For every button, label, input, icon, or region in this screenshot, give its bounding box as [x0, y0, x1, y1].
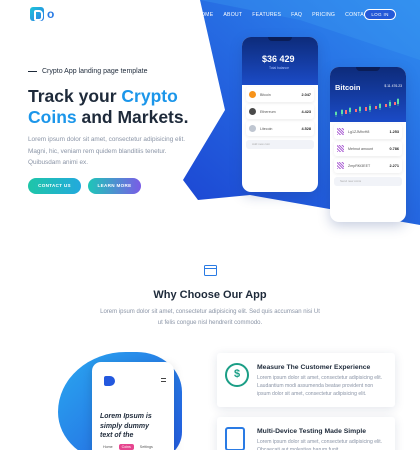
nav-item-home[interactable]: HOME: [197, 12, 213, 18]
candlestick-chart-icon: [335, 98, 399, 117]
feature-description: Lorem ipsum dolor sit amet, consectetur …: [257, 439, 383, 450]
wallet-subtitle: Total balance: [269, 66, 289, 70]
coin-name: Bitcoin: [260, 92, 271, 97]
litecoin-icon: [249, 125, 256, 132]
logo[interactable]: o: [30, 7, 54, 21]
transaction-name: Lg1ZJMhvH8: [348, 129, 370, 134]
qr-icon: [337, 162, 344, 169]
coin-value: 4.528: [301, 126, 311, 131]
nav-menu: HOME ABOUT FEATURES FAQ PRICING CONTACT: [197, 12, 381, 18]
bitcoin-icon: [249, 91, 256, 98]
coin-price: $ 11 476.23: [384, 84, 402, 88]
coin-row: Litecoin 4.528: [246, 121, 314, 136]
app-tab-active: Coins: [118, 444, 134, 450]
transaction-name: ZmpRKt3EET: [348, 163, 371, 168]
coin-name: Ethereum: [260, 109, 276, 114]
tagline-text: Crypto App landing page template: [42, 68, 148, 75]
send-coins-input: Send new coins: [334, 177, 402, 186]
logo-text: o: [47, 7, 55, 21]
feature-card: Measure The Customer Experience Lorem ip…: [217, 353, 395, 407]
hero-description: Lorem ipsum dolor sit amet, consectetur …: [28, 136, 185, 166]
section-description: Lorem ipsum dolor sit amet, consectetur …: [100, 309, 320, 326]
transaction-name: Mehnut amount: [348, 146, 373, 151]
login-button[interactable]: LOG IN: [364, 9, 396, 20]
coin-title: Bitcoin: [335, 83, 361, 92]
app-text: Lorem Ipsum is simply dummy text of the: [100, 413, 152, 439]
transaction-value: 1.253: [389, 129, 399, 134]
menu-icon: [161, 378, 166, 382]
headline-highlight-coins: Coins: [28, 107, 77, 127]
app-tabs: Home Coins Settings: [100, 444, 156, 450]
hero-headline: Track your Crypto Coins and Markets.: [28, 86, 208, 128]
dollar-icon: [225, 363, 249, 387]
feature-card: Multi-Device Testing Made Simple Lorem i…: [217, 417, 395, 450]
coin-row: Bitcoin 2.047: [246, 87, 314, 102]
section-title: Why Choose Our App: [153, 289, 267, 301]
phone-notch: [356, 67, 380, 71]
hero-tagline: Crypto App landing page template: [28, 68, 147, 75]
headline-highlight-crypto: Crypto: [121, 86, 178, 106]
nav-item-features[interactable]: FEATURES: [252, 12, 281, 18]
app-logo-icon: [104, 376, 115, 386]
contact-us-button[interactable]: CONTACT US: [28, 178, 81, 194]
nav-item-pricing[interactable]: PRICING: [312, 12, 335, 18]
transaction-row: Lg1ZJMhvH8 1.253: [334, 124, 402, 139]
headline-part2: and Markets.: [76, 107, 189, 127]
coin-value: 2.047: [301, 92, 311, 97]
coin-name: Litecoin: [260, 126, 273, 131]
feature-title: Measure The Customer Experience: [257, 364, 371, 371]
phone-mockup-bitcoin: Bitcoin $ 11 476.23 Lg1ZJMhvH8 1.253 Meh…: [330, 67, 406, 222]
feature-description: Lorem ipsum dolor sit amet, consectetur …: [257, 375, 383, 397]
ethereum-icon: [249, 108, 256, 115]
browser-code-icon: [204, 265, 217, 276]
transaction-row: ZmpRKt3EET 2.271: [334, 158, 402, 173]
tagline-dash: [28, 71, 37, 72]
coin-value: 4.423: [301, 109, 311, 114]
phone-mockup-app: Lorem Ipsum is simply dummy text of the …: [92, 362, 174, 450]
nav-item-faq[interactable]: FAQ: [291, 12, 302, 18]
app-tab: Home: [103, 445, 113, 449]
nav-item-about[interactable]: ABOUT: [223, 12, 242, 18]
coin-row: Ethereum 4.423: [246, 104, 314, 119]
app-tab: Settings: [139, 445, 153, 449]
transaction-value: 2.271: [389, 163, 399, 168]
qr-icon: [337, 145, 344, 152]
phone-mockup-wallet: $36 429 Total balance Bitcoin 2.047 Ethe…: [242, 37, 318, 192]
logo-icon: [30, 7, 44, 21]
wallet-amount: $36 429: [262, 54, 295, 64]
qr-icon: [337, 128, 344, 135]
feature-title: Multi-Device Testing Made Simple: [257, 428, 367, 435]
transaction-row: Mehnut amount 0.786: [334, 141, 402, 156]
phone-header: $36 429 Total balance: [242, 37, 318, 85]
add-coin-input: Add new coin: [246, 140, 314, 149]
headline-part1: Track your: [28, 86, 122, 106]
device-icon: [225, 427, 245, 450]
transaction-value: 0.786: [389, 146, 399, 151]
phone-header: Bitcoin $ 11 476.23: [330, 67, 406, 122]
phone-notch: [268, 37, 292, 41]
navbar: o HOME ABOUT FEATURES FAQ PRICING CONTAC…: [0, 0, 420, 30]
learn-more-button[interactable]: LEARN MORE: [88, 178, 141, 194]
